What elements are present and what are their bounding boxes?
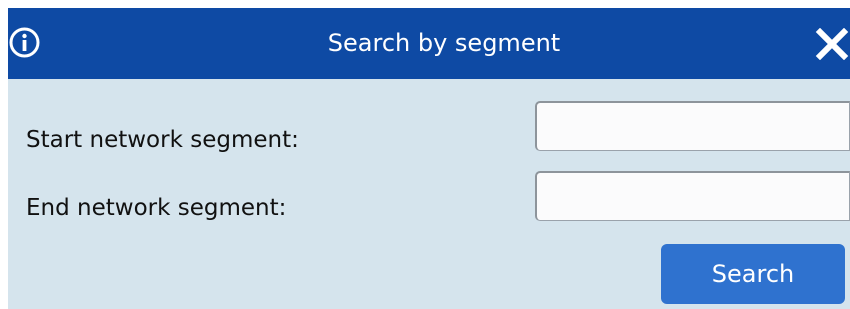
end-segment-label: End network segment: [26, 195, 287, 221]
dialog-titlebar: Search by segment [8, 8, 850, 79]
search-button[interactable]: Search [661, 244, 845, 304]
search-by-segment-dialog: Search by segment Start network segment:… [8, 8, 850, 309]
dialog-title: Search by segment [327, 29, 561, 57]
end-segment-input[interactable] [535, 171, 850, 221]
start-segment-label: Start network segment: [26, 127, 299, 153]
close-icon[interactable] [814, 27, 850, 61]
start-segment-input[interactable] [535, 101, 850, 151]
